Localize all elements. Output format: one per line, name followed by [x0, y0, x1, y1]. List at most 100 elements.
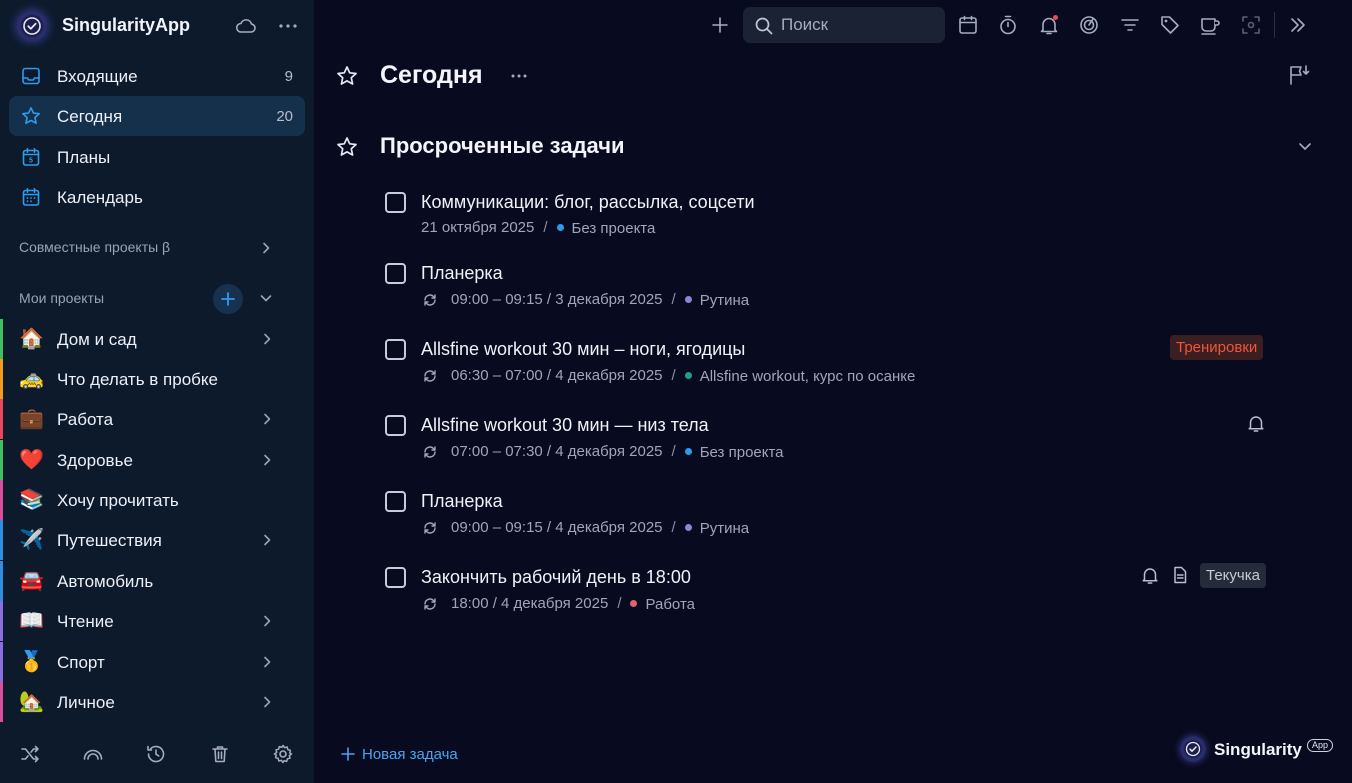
task-title[interactable]: Allsfine workout 30 мин — низ тела	[421, 415, 709, 436]
project-item-sport[interactable]: 🥇 Спорт	[0, 642, 314, 682]
chevron-down-icon[interactable]	[259, 291, 273, 305]
task-title[interactable]: Коммуникации: блог, рассылка, соцсети	[421, 192, 755, 213]
project-label: Что делать в пробке	[57, 370, 218, 389]
project-label: Здоровье	[57, 451, 133, 470]
more-icon[interactable]	[509, 66, 529, 86]
page-title: Сегодня	[380, 61, 483, 89]
project-label: Личное	[57, 693, 115, 712]
double-chevron-right-icon[interactable]	[1287, 14, 1309, 36]
more-icon[interactable]	[276, 14, 300, 38]
task-row[interactable]: Allsfine workout 30 мин – ноги, ягодицы …	[380, 335, 1280, 395]
project-item-want-to-read[interactable]: 📚 Хочу прочитать	[0, 480, 314, 520]
star-icon[interactable]	[336, 65, 358, 87]
task-row[interactable]: Планерка 09:00 – 09:15 / 3 декабря 2025 …	[380, 259, 1280, 319]
task-title[interactable]: Allsfine workout 30 мин – ноги, ягодицы	[421, 339, 745, 360]
task-row[interactable]: Коммуникации: блог, рассылка, соцсети 21…	[380, 188, 1280, 248]
nav-item-plans[interactable]: 5 Планы	[9, 137, 305, 177]
books-icon: 📚	[19, 489, 44, 511]
chevron-right-icon[interactable]	[260, 453, 274, 467]
history-icon[interactable]	[145, 743, 167, 765]
meta-separator: /	[671, 442, 676, 460]
task-title[interactable]: Закончить рабочий день в 18:00	[421, 567, 691, 588]
search-input[interactable]	[781, 13, 931, 37]
notifications-bell-icon[interactable]	[1038, 14, 1060, 36]
task-checkbox[interactable]	[385, 263, 406, 284]
project-item-work[interactable]: 💼 Работа	[0, 399, 314, 439]
habits-arc-icon[interactable]	[82, 743, 104, 765]
task-project: Работа	[645, 595, 695, 613]
project-item-home-garden[interactable]: 🏠 Дом и сад	[0, 319, 314, 359]
trash-icon[interactable]	[209, 743, 231, 765]
filter-icon[interactable]	[1119, 14, 1141, 36]
open-book-icon: 📖	[19, 610, 44, 632]
settings-gear-icon[interactable]	[272, 743, 294, 765]
task-checkbox[interactable]	[385, 567, 406, 588]
project-item-health[interactable]: ❤️ Здоровье	[0, 440, 314, 480]
repeat-icon	[424, 598, 436, 610]
task-checkbox[interactable]	[385, 192, 406, 213]
nav-item-inbox[interactable]: Входящие 9	[9, 56, 305, 96]
reminder-bell-icon[interactable]	[1246, 413, 1266, 433]
task-time: 09:00 – 09:15 / 4 декабря 2025	[451, 518, 663, 536]
chevron-right-icon[interactable]	[260, 332, 274, 346]
project-dot	[556, 224, 564, 231]
task-checkbox[interactable]	[385, 339, 406, 360]
calendar-view-icon[interactable]	[957, 14, 979, 36]
tag-icon[interactable]	[1159, 14, 1181, 36]
project-item-car[interactable]: 🚘 Автомобиль	[0, 561, 314, 601]
coffee-break-icon[interactable]	[1199, 14, 1221, 36]
task-title[interactable]: Планерка	[421, 263, 503, 284]
task-tag[interactable]: Тренировки	[1170, 335, 1264, 360]
toolbar-divider	[1274, 12, 1275, 38]
project-item-personal[interactable]: 🏡 Личное	[0, 682, 314, 722]
project-label: Автомобиль	[57, 572, 154, 591]
add-icon[interactable]	[709, 14, 731, 36]
project-item-traffic[interactable]: 🚕 Что делать в пробке	[0, 359, 314, 399]
my-projects-header[interactable]: Мои проекты	[19, 290, 104, 306]
task-meta: 18:00 / 4 декабря 2025 / Работа	[421, 593, 695, 613]
task-title[interactable]: Планерка	[421, 491, 503, 512]
reminder-bell-icon[interactable]	[1140, 565, 1160, 585]
project-item-reading[interactable]: 📖 Чтение	[0, 601, 314, 641]
add-project-button[interactable]	[213, 284, 243, 314]
task-tag[interactable]: Текучка	[1200, 563, 1266, 588]
star-icon[interactable]	[336, 136, 358, 158]
chevron-right-icon[interactable]	[260, 695, 274, 709]
search-icon	[755, 17, 773, 35]
repeat-icon	[424, 370, 436, 382]
shared-projects-header[interactable]: Совместные проекты β	[19, 239, 170, 255]
project-label: Чтение	[57, 612, 114, 631]
chevron-right-icon[interactable]	[260, 533, 274, 547]
chevron-right-icon[interactable]	[259, 241, 273, 255]
project-dot	[684, 371, 692, 379]
task-checkbox[interactable]	[385, 491, 406, 512]
project-item-travel[interactable]: ✈️ Путешествия	[0, 520, 314, 560]
nav-item-calendar[interactable]: Календарь	[9, 177, 305, 217]
chevron-right-icon[interactable]	[260, 614, 274, 628]
search-box[interactable]	[743, 7, 945, 43]
app-logo-icon[interactable]	[16, 10, 48, 42]
task-row[interactable]: Планерка 09:00 – 09:15 / 4 декабря 2025 …	[380, 487, 1280, 547]
app-header: SingularityApp	[0, 0, 314, 52]
brand-name: Singularity	[1214, 740, 1302, 759]
nav-item-today[interactable]: Сегодня 20	[9, 96, 305, 136]
medal-icon: 🥇	[19, 651, 44, 673]
chevron-right-icon[interactable]	[260, 655, 274, 669]
project-label: Путешествия	[57, 531, 162, 550]
project-color-bar	[0, 480, 3, 520]
timer-icon[interactable]	[997, 14, 1019, 36]
task-checkbox[interactable]	[385, 415, 406, 436]
note-document-icon[interactable]	[1170, 565, 1190, 585]
chevron-down-icon[interactable]	[1297, 138, 1313, 154]
task-row[interactable]: Закончить рабочий день в 18:00 18:00 / 4…	[380, 563, 1280, 623]
flag-sort-icon[interactable]	[1287, 63, 1311, 87]
cloud-sync-icon[interactable]	[234, 14, 258, 38]
task-row[interactable]: Allsfine workout 30 мин — низ тела 07:00…	[380, 411, 1280, 471]
focus-target-icon[interactable]	[1078, 14, 1100, 36]
new-task-button[interactable]: Новая задача	[340, 744, 458, 764]
fullscreen-focus-icon[interactable]	[1240, 14, 1262, 36]
chevron-right-icon[interactable]	[260, 412, 274, 426]
sidebar-bottom-bar	[0, 733, 314, 773]
shuffle-icon[interactable]	[19, 743, 41, 765]
task-time: 09:00 – 09:15 / 3 декабря 2025	[451, 290, 663, 308]
